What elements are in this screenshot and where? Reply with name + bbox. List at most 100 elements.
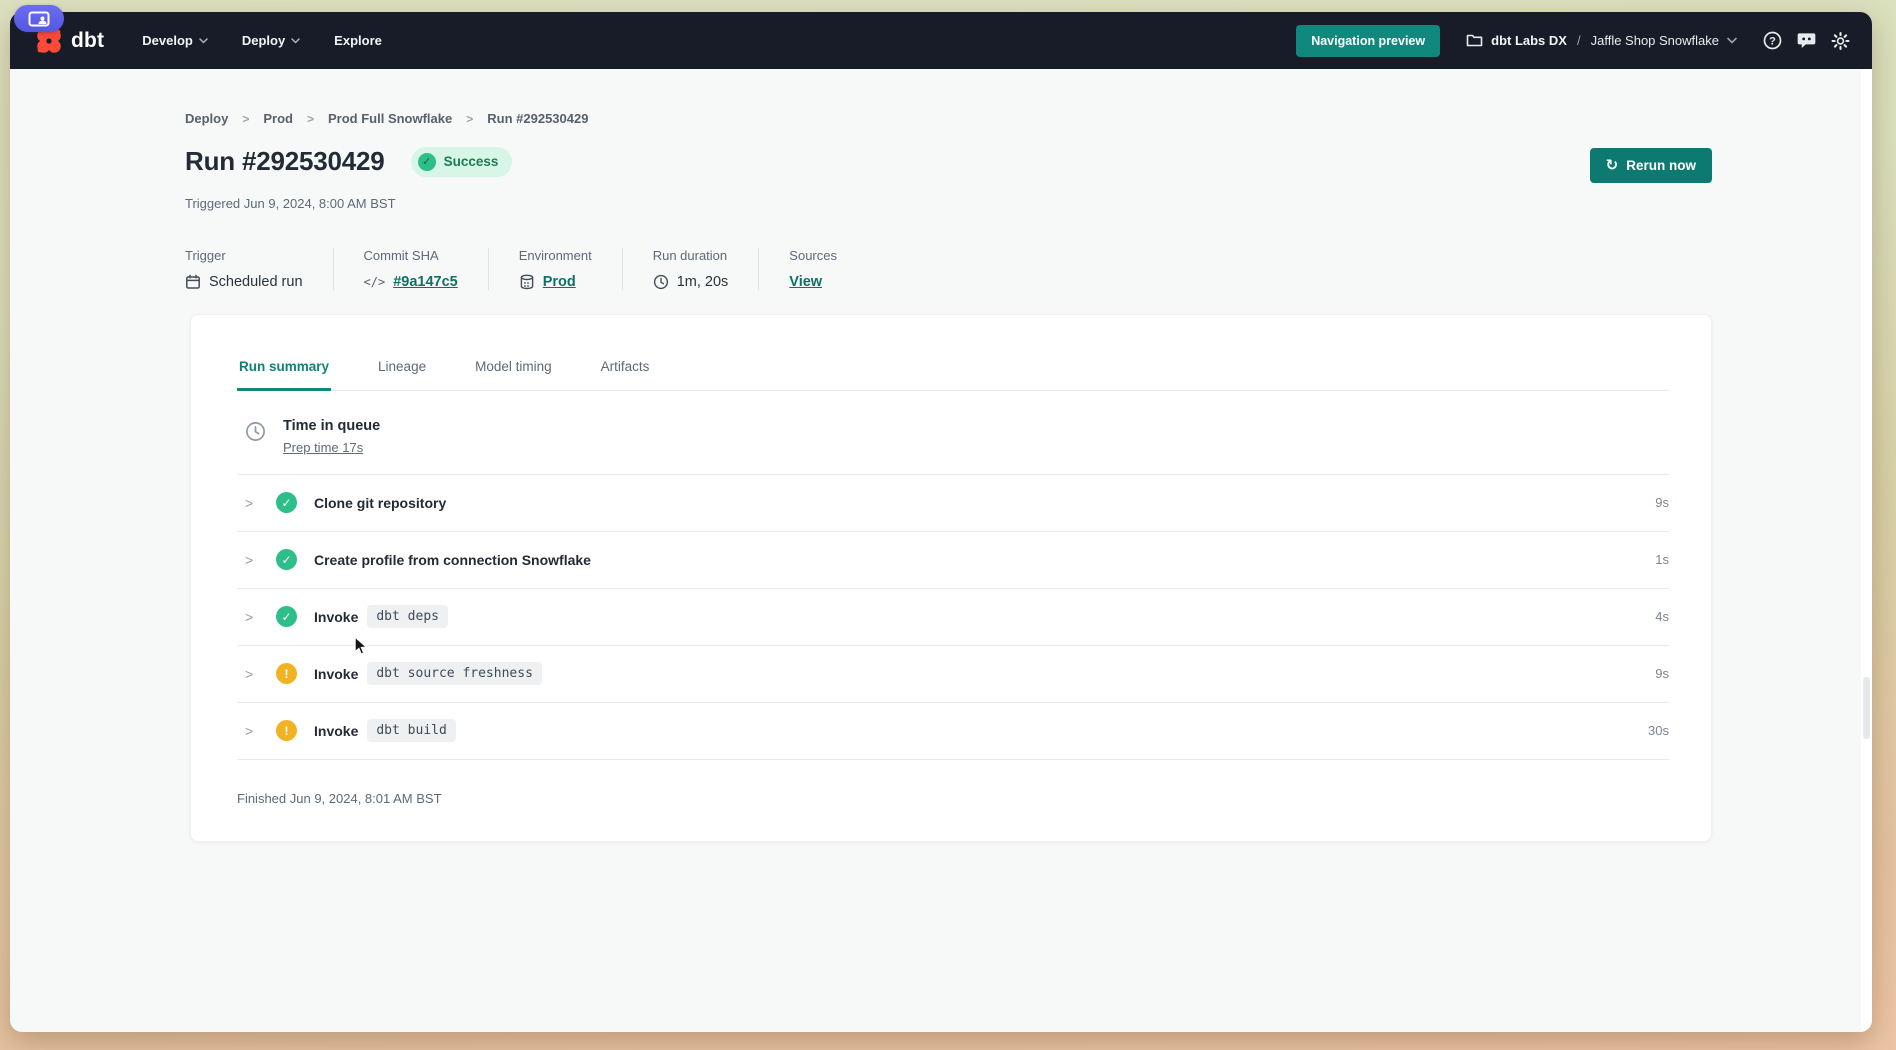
tab-run-summary[interactable]: Run summary (237, 355, 331, 391)
nav-item-explore[interactable]: Explore (334, 33, 382, 48)
screen-share-badge[interactable] (14, 5, 64, 32)
step-row-invoke-dbt-source-freshness[interactable]: >! Invoke dbt source freshness 9s (237, 646, 1669, 703)
expand-chevron-icon[interactable]: > (245, 495, 259, 511)
code-icon: </> (364, 275, 386, 289)
expand-chevron-icon[interactable]: > (245, 552, 259, 568)
step-duration: 9s (1655, 495, 1669, 510)
screen-share-icon (28, 11, 50, 27)
warning-icon: ! (276, 720, 297, 741)
breadcrumb-item-prod[interactable]: Prod (263, 111, 293, 126)
meta-sources: Sources View (758, 248, 867, 290)
refresh-icon: ↻ (1606, 158, 1619, 173)
meta-environment: Environment Prod (488, 248, 622, 290)
calendar-icon (185, 274, 201, 290)
chevron-down-icon (199, 38, 208, 44)
breadcrumb-chevron-icon: > (466, 112, 473, 126)
step-command-code: dbt build (367, 719, 455, 742)
tab-model-timing[interactable]: Model timing (473, 355, 554, 391)
top-nav-bar: dbt Develop Deploy Explore Navigation prev… (10, 12, 1872, 69)
expand-chevron-icon[interactable]: > (245, 609, 259, 625)
feedback-icon[interactable] (1797, 31, 1816, 50)
run-summary-card: Run summaryLineageModel timingArtifacts … (190, 314, 1712, 842)
step-duration: 4s (1655, 609, 1669, 624)
breadcrumb-chevron-icon: > (307, 112, 314, 126)
chevron-down-icon (1727, 37, 1737, 44)
step-label: Create profile from connection Snowflake (314, 552, 591, 568)
queue-title: Time in queue (283, 418, 380, 434)
breadcrumb-item-prod-full-snowflake[interactable]: Prod Full Snowflake (328, 111, 452, 126)
rerun-now-button[interactable]: ↻ Rerun now (1590, 148, 1712, 183)
nav-item-label: Deploy (242, 33, 285, 48)
project-name: Jaffle Shop Snowflake (1591, 33, 1719, 48)
breadcrumb-chevron-icon: > (242, 112, 249, 126)
title-row: Run #292530429 ✓ Success ↻ Rerun now (185, 146, 1712, 183)
warning-icon: ! (276, 663, 297, 684)
page-title: Run #292530429 (185, 146, 385, 177)
app-window: dbt Develop Deploy Explore Navigation prev… (10, 12, 1872, 1032)
breadcrumb-item-deploy[interactable]: Deploy (185, 111, 228, 126)
step-row-invoke-dbt-deps[interactable]: >✓Invokedbt deps4s (237, 589, 1669, 646)
project-switcher[interactable]: dbt Labs DX / Jaffle Shop Snowflake (1466, 33, 1737, 48)
step-duration: 9s (1655, 666, 1669, 681)
nav-item-label: Explore (334, 33, 382, 48)
meta-value: 1m, 20s (677, 274, 729, 290)
meta-label: Environment (519, 248, 592, 263)
main-nav: Develop Deploy Explore (142, 33, 382, 48)
help-icon[interactable]: ? (1763, 31, 1782, 50)
expand-chevron-icon[interactable]: > (245, 723, 259, 739)
rerun-now-label: Rerun now (1626, 158, 1696, 173)
status-badge-label: Success (444, 154, 499, 169)
step-duration: 1s (1655, 552, 1669, 567)
success-check-icon: ✓ (276, 549, 297, 570)
triggered-timestamp: Triggered Jun 9, 2024, 8:00 AM BST (185, 196, 1712, 211)
meta-commit-sha: Commit SHA </> #9a147c5 (333, 248, 488, 290)
meta-label: Sources (789, 248, 837, 263)
scrollbar-thumb[interactable] (1863, 677, 1870, 739)
success-check-icon: ✓ (276, 606, 297, 627)
meta-value: Scheduled run (209, 274, 303, 290)
tab-artifacts[interactable]: Artifacts (599, 355, 652, 391)
step-label: Invoke (314, 666, 358, 682)
step-command-code: dbt source freshness (367, 662, 542, 685)
step-row-invoke-dbt-build[interactable]: >!Invokedbt build30s (237, 703, 1669, 760)
clock-icon (653, 274, 669, 290)
expand-chevron-icon[interactable]: > (245, 666, 259, 682)
nav-item-deploy[interactable]: Deploy (242, 33, 300, 48)
scrollbar[interactable] (1861, 69, 1872, 1032)
meta-label: Trigger (185, 248, 303, 263)
meta-value[interactable]: View (789, 274, 822, 290)
folder-icon (1466, 33, 1483, 48)
status-badge: ✓ Success (411, 147, 513, 177)
tab-lineage[interactable]: Lineage (376, 355, 428, 391)
success-check-icon: ✓ (276, 492, 297, 513)
topbar-icons: ? (1763, 31, 1850, 50)
meta-value[interactable]: #9a147c5 (393, 274, 458, 290)
database-icon (519, 274, 535, 290)
breadcrumb: Deploy>Prod>Prod Full Snowflake>Run #292… (185, 111, 1712, 126)
step-row-clone-git-repository[interactable]: >✓Clone git repository9s (237, 475, 1669, 532)
nav-item-develop[interactable]: Develop (142, 33, 208, 48)
account-name: dbt Labs DX (1491, 33, 1567, 48)
step-list: >✓Clone git repository9s>✓Create profile… (237, 475, 1669, 760)
navigation-preview-button[interactable]: Navigation preview (1296, 25, 1440, 57)
step-row-create-profile-from-connection-snowflake[interactable]: > ✓ Create profile from connection Snowfla… (237, 532, 1669, 589)
meta-label: Run duration (653, 248, 729, 263)
prep-time-link[interactable]: Prep time 17s (283, 440, 363, 455)
step-label: Invoke (314, 723, 358, 739)
clock-icon (245, 421, 266, 442)
queue-row: Time in queue Prep time 17s (237, 391, 1669, 475)
run-detail-page: Deploy > Prod > Prod Full Snowflake > Run #292… (10, 69, 1872, 842)
breadcrumb-separator: / (1577, 33, 1581, 48)
finished-timestamp: Finished Jun 9, 2024, 8:01 AM BST (237, 760, 1669, 841)
meta-label: Commit SHA (364, 248, 458, 263)
dbt-logo-text: dbt (71, 29, 104, 53)
meta-value[interactable]: Prod (543, 274, 576, 290)
meta-trigger: Trigger Scheduled run (185, 248, 333, 290)
desktop: { "overlay": { "badge_icon": "screen-sha… (0, 0, 1896, 1050)
svg-text:?: ? (1769, 35, 1776, 47)
nav-item-label: Develop (142, 33, 193, 48)
settings-icon[interactable] (1831, 31, 1850, 50)
step-label: Invoke (314, 609, 358, 625)
tab-bar: Run summary Lineage Model timing Artifacts (237, 355, 1669, 391)
meta-run-duration: Run duration 1m, 20s (622, 248, 759, 290)
